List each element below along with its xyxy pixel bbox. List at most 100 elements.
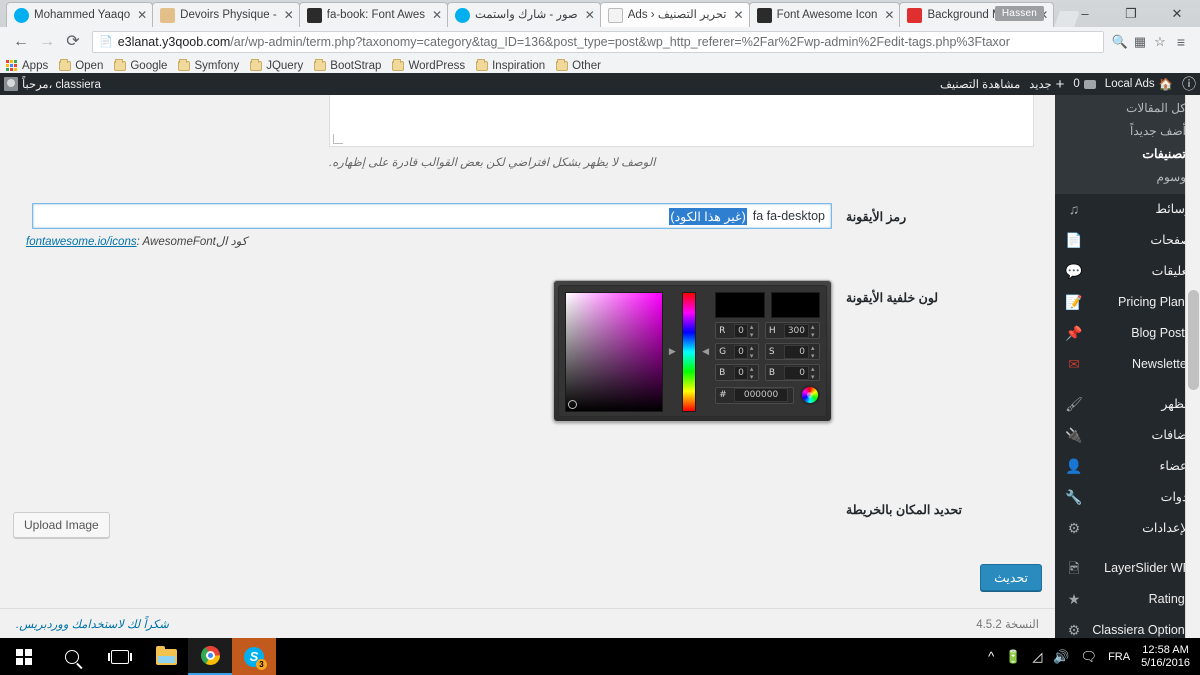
update-button[interactable]: تحديث [980, 564, 1042, 591]
tab-close-icon[interactable]: ✕ [284, 9, 294, 21]
sv-cursor[interactable] [568, 400, 577, 409]
task-view-button[interactable] [96, 638, 144, 675]
tab-close-icon[interactable]: ✕ [585, 9, 595, 21]
browser-tab[interactable]: Mohammed Yaaqo ✕ [6, 2, 154, 27]
bookmark-item[interactable]: Google [114, 59, 167, 72]
scrollbar-thumb[interactable] [1188, 290, 1199, 390]
tab-close-icon[interactable]: ✕ [137, 9, 147, 21]
sidebar-item-newsletter[interactable]: Newsletter ✉ [1055, 349, 1200, 380]
footer-thanks[interactable]: شكراً لك لاستخدامك ووردبريس. [16, 617, 169, 631]
browser-tab[interactable]: صور - شارك واستمت ✕ [447, 2, 601, 27]
extension-icon[interactable]: ▦ [1130, 34, 1150, 50]
sidebar-item-blog-posts[interactable]: Blog Posts 📌 [1055, 318, 1200, 349]
wordpress-logo-icon[interactable]: ⓘ [1182, 77, 1196, 91]
bookmark-item[interactable]: BootStrap [314, 59, 381, 72]
tab-close-icon[interactable]: ✕ [432, 9, 442, 21]
browser-tab-active[interactable]: تحرير التصنيف ‹ Ads ✕ [599, 2, 750, 27]
close-button[interactable]: ✕ [1154, 0, 1200, 27]
description-textarea[interactable] [329, 95, 1034, 147]
maximize-button[interactable]: ❐ [1108, 0, 1154, 27]
sidebar-item-media[interactable]: وسائط ♫ [1055, 194, 1200, 225]
spinner-icon[interactable]: ▴ ▾ [750, 323, 755, 339]
browser-tab[interactable]: fa-book: Font Awes ✕ [298, 2, 449, 27]
chevron-up-icon[interactable]: ^ [988, 650, 994, 663]
sidebar-item-layerslider[interactable]: LayerSlider WP 🖻 [1055, 553, 1200, 584]
bookmark-item[interactable]: Other [556, 59, 601, 72]
saturation-value-area[interactable] [565, 292, 663, 412]
sidebar-item-users[interactable]: أعضاء 👤 [1055, 451, 1200, 482]
sidebar-item-all-posts[interactable]: كل المقالات [1055, 97, 1200, 120]
hex-field[interactable]: # 000000 [715, 386, 794, 404]
bookmark-item[interactable]: WordPress [392, 59, 465, 72]
browser-tab[interactable]: Devoirs Physique - ✕ [152, 2, 300, 27]
hex-label: # [719, 390, 727, 400]
bookmark-item[interactable]: Open [59, 59, 103, 72]
view-category-link[interactable]: مشاهدة التصنيف [940, 77, 1020, 91]
sidebar-item-appearance[interactable]: مظهر 🖌 [1055, 389, 1200, 420]
bookmark-item[interactable]: Symfony [178, 59, 239, 72]
search-icon[interactable]: 🔍 [1110, 34, 1130, 50]
minimize-button[interactable]: – [1062, 0, 1108, 27]
resize-handle[interactable] [333, 134, 343, 144]
spinner-icon[interactable]: ▴ ▾ [811, 365, 816, 381]
hue-field[interactable]: H 300 ▴ ▾ [764, 322, 820, 339]
taskbar-search-button[interactable] [48, 638, 96, 675]
comments-bubble[interactable]: 0 [1073, 78, 1096, 90]
bookmark-star-icon[interactable]: ☆ [1150, 34, 1170, 50]
spinner-icon[interactable]: ▴ ▾ [811, 323, 816, 339]
back-icon[interactable]: ← [8, 33, 34, 50]
bookmark-item[interactable]: JQuery [250, 59, 303, 72]
upload-image-button[interactable]: Upload Image [13, 512, 110, 538]
blue-field[interactable]: B 0 ▴ ▾ [715, 364, 759, 381]
language-indicator[interactable]: FRA [1108, 651, 1130, 663]
battery-icon[interactable]: 🔋 [1005, 650, 1021, 663]
sidebar-item-comments[interactable]: تعليقات 💬 [1055, 256, 1200, 287]
fontawesome-link[interactable]: fontawesome.io/icons [26, 236, 137, 248]
sidebar-item-tools[interactable]: أدوات 🔧 [1055, 482, 1200, 513]
green-field[interactable]: G 0 ▴ ▾ [715, 343, 759, 360]
tab-close-icon[interactable]: ✕ [884, 9, 894, 21]
sidebar-item-add-new[interactable]: أضف جديداً [1055, 120, 1200, 143]
brightness-field[interactable]: B 0 ▴ ▾ [764, 364, 820, 381]
current-color-swatch[interactable] [770, 292, 821, 318]
action-center-icon[interactable]: 🗨 [1081, 650, 1098, 663]
sidebar-item-pages[interactable]: صفحات 📄 [1055, 225, 1200, 256]
color-wheel-icon[interactable] [800, 385, 820, 405]
sidebar-item-ratings[interactable]: Ratings ★ [1055, 584, 1200, 615]
bookmark-item[interactable]: Inspiration [476, 59, 545, 72]
spinner-icon[interactable]: ▴ ▾ [811, 344, 816, 360]
new-color-swatch[interactable] [715, 292, 765, 318]
taskbar-chrome[interactable] [188, 638, 232, 675]
taskbar-skype[interactable]: S 3 [232, 638, 276, 675]
sidebar-item-tags[interactable]: وسوم [1055, 166, 1200, 189]
tab-close-icon[interactable]: ✕ [734, 9, 744, 21]
icon-code-input[interactable]: fa fa-desktop (غير هذا الكود) [32, 203, 832, 229]
reload-icon[interactable]: ⟳ [60, 33, 86, 50]
color-picker[interactable]: ▶ ◀ R 0 ▴ ▾ G 0 ▴ ▾ B 0 ▴ ▾ H 300 ▴ ▾ S … [553, 280, 832, 422]
new-content-menu[interactable]: جديد + [1029, 77, 1064, 92]
red-field[interactable]: R 0 ▴ ▾ [715, 322, 759, 339]
volume-icon[interactable]: 🔊 [1053, 650, 1069, 663]
address-bar[interactable]: 📄 e3lanat.y3qoob.com/ar/wp-admin/term.ph… [92, 30, 1104, 53]
site-name-menu[interactable]: Local Ads 🏠 [1105, 77, 1173, 91]
sidebar-item-pricing-plans[interactable]: Pricing Plans 📝 [1055, 287, 1200, 318]
profile-badge[interactable]: Hassen [994, 6, 1044, 21]
hue-slider[interactable] [681, 292, 697, 412]
page-scrollbar[interactable] [1185, 95, 1200, 638]
browser-tab[interactable]: Font Awesome Icon ✕ [748, 2, 901, 27]
sidebar-item-classiera-options[interactable]: Classiera Options ⚙ [1055, 615, 1200, 638]
spinner-icon[interactable]: ▴ ▾ [750, 365, 755, 381]
chrome-menu-icon[interactable]: ≡ [1170, 34, 1192, 50]
taskbar-file-explorer[interactable] [144, 638, 188, 675]
clock[interactable]: 12:58 AM 5/16/2016 [1141, 644, 1190, 670]
spinner-icon[interactable]: ▴ ▾ [750, 344, 755, 360]
forward-icon[interactable]: → [34, 33, 60, 50]
wifi-icon[interactable]: ◿ [1032, 650, 1042, 663]
sidebar-item-settings[interactable]: الإعدادات ⚙ [1055, 513, 1200, 544]
bookmark-apps[interactable]: Apps [6, 60, 48, 72]
start-button[interactable] [0, 638, 48, 675]
account-menu[interactable]: مرحباً، classiera [4, 77, 101, 91]
sidebar-item-categories[interactable]: تصنيفات [1055, 143, 1200, 166]
saturation-field[interactable]: S 0 ▴ ▾ [764, 343, 820, 360]
sidebar-item-plugins[interactable]: إضافات 🔌 [1055, 420, 1200, 451]
